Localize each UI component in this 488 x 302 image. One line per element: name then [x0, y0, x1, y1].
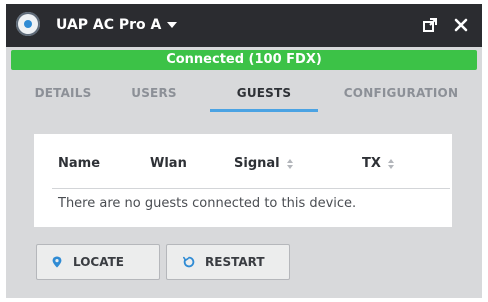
close-icon[interactable]: [449, 13, 473, 37]
device-name-dropdown[interactable]: UAP AC Pro A: [56, 14, 178, 36]
table-divider: [52, 188, 450, 189]
device-name: UAP AC Pro A: [56, 17, 162, 33]
column-header-signal-label: Signal: [234, 156, 280, 171]
column-header-tx[interactable]: TX: [362, 156, 394, 171]
column-header-tx-label: TX: [362, 156, 381, 171]
tab-bar: DETAILS USERS GUESTS CONFIGURATION: [6, 74, 482, 112]
restart-icon: [183, 256, 195, 268]
sort-icon: [387, 158, 394, 169]
titlebar: UAP AC Pro A: [6, 4, 482, 47]
restart-button-label: RESTART: [205, 255, 265, 269]
column-header-name: Name: [58, 156, 100, 171]
locate-button-label: LOCATE: [73, 255, 124, 269]
empty-state-message: There are no guests connected to this de…: [58, 196, 357, 211]
locate-button[interactable]: LOCATE: [36, 244, 160, 280]
unifi-logo-icon: [16, 12, 40, 36]
connection-status-bar: Connected (100 FDX): [11, 50, 477, 70]
sort-icon: [286, 158, 293, 169]
restart-button[interactable]: RESTART: [166, 244, 290, 280]
column-header-signal[interactable]: Signal: [234, 156, 293, 171]
caret-down-icon: [167, 22, 178, 28]
popout-icon[interactable]: [418, 13, 442, 37]
column-header-name-label: Name: [58, 156, 101, 171]
guests-table: Name Wlan Signal TX There are no guests …: [34, 134, 452, 227]
column-header-wlan-label: Wlan: [150, 156, 187, 171]
active-tab-indicator: [210, 109, 318, 112]
device-panel: UAP AC Pro A Connected (100 FDX) DETAILS…: [6, 4, 482, 298]
tab-guests[interactable]: GUESTS: [210, 74, 318, 112]
tab-users[interactable]: USERS: [124, 74, 184, 112]
map-pin-icon: [51, 256, 63, 268]
tab-details[interactable]: DETAILS: [28, 74, 98, 112]
tab-configuration[interactable]: CONFIGURATION: [340, 74, 462, 112]
column-header-wlan: Wlan: [150, 156, 187, 171]
